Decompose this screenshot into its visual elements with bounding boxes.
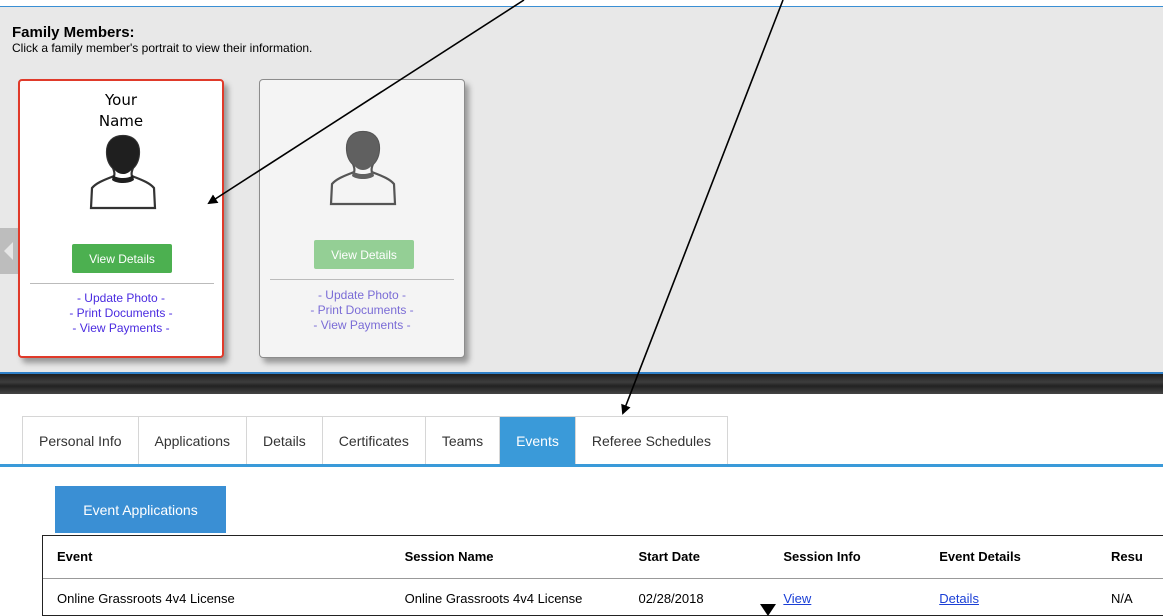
member-name-line2: Name bbox=[98, 112, 144, 130]
column-header-start-date[interactable]: Start Date bbox=[624, 536, 770, 579]
family-member-card[interactable]: View Details - Update Photo - - Print Do… bbox=[259, 79, 465, 358]
cell-start-date: 02/28/2018 bbox=[638, 590, 704, 606]
cell-session-name: Online Grassroots 4v4 License bbox=[404, 590, 583, 606]
column-header-event[interactable]: Event bbox=[43, 536, 391, 579]
table-header-row: Event Session Name Start Date Session In… bbox=[43, 536, 1163, 579]
tabs-underline bbox=[0, 464, 1163, 467]
card-divider bbox=[30, 283, 214, 284]
cell-event-details: Details bbox=[925, 578, 1097, 616]
event-applications-table: Event Session Name Start Date Session In… bbox=[42, 535, 1163, 616]
profile-tabs: Personal Info Applications Details Certi… bbox=[22, 416, 728, 465]
view-payments-link[interactable]: - View Payments - bbox=[20, 321, 222, 336]
column-header-result[interactable]: Resu bbox=[1097, 536, 1163, 579]
print-documents-link[interactable]: - Print Documents - bbox=[20, 306, 222, 321]
tab-event-applications[interactable]: Event Applications bbox=[55, 486, 226, 533]
tab-events[interactable]: Events bbox=[500, 417, 576, 465]
cell-session-info: View bbox=[769, 578, 925, 616]
update-photo-link[interactable]: - Update Photo - bbox=[20, 291, 222, 306]
card-links: - Update Photo - - Print Documents - - V… bbox=[260, 288, 464, 333]
card-links: - Update Photo - - Print Documents - - V… bbox=[20, 291, 222, 336]
table-row: Online Grassroots 4v4 License Online Gra… bbox=[43, 578, 1163, 616]
tab-referee-schedules[interactable]: Referee Schedules bbox=[576, 417, 727, 465]
column-header-session-info[interactable]: Session Info bbox=[769, 536, 926, 579]
tab-personal-info[interactable]: Personal Info bbox=[23, 417, 139, 465]
family-members-title: Family Members: bbox=[12, 24, 135, 41]
print-documents-link[interactable]: - Print Documents - bbox=[260, 303, 464, 318]
card-divider bbox=[270, 279, 454, 280]
column-header-session-name[interactable]: Session Name bbox=[390, 536, 625, 579]
view-payments-link[interactable]: - View Payments - bbox=[260, 318, 464, 333]
tab-details[interactable]: Details bbox=[247, 417, 323, 465]
tab-certificates[interactable]: Certificates bbox=[323, 417, 426, 465]
member-name-line1: Your bbox=[104, 91, 138, 109]
cell-result: N/A bbox=[1111, 590, 1133, 606]
session-view-link[interactable]: View bbox=[783, 591, 811, 606]
cell-event: Online Grassroots 4v4 License bbox=[57, 590, 235, 606]
view-details-button[interactable]: View Details bbox=[314, 240, 414, 269]
person-silhouette-icon[interactable] bbox=[83, 132, 163, 212]
family-members-subtitle: Click a family member's portrait to view… bbox=[12, 41, 313, 55]
section-separator bbox=[0, 374, 1163, 394]
member-name: Your Name bbox=[20, 90, 222, 132]
event-details-link[interactable]: Details bbox=[939, 591, 979, 606]
update-photo-link[interactable]: - Update Photo - bbox=[260, 288, 464, 303]
family-member-card-selected[interactable]: Your Name View Details - Update Photo - … bbox=[18, 79, 224, 358]
tab-teams[interactable]: Teams bbox=[426, 417, 501, 465]
view-details-button[interactable]: View Details bbox=[72, 244, 172, 273]
column-header-event-details[interactable]: Event Details bbox=[925, 536, 1098, 579]
person-silhouette-icon[interactable] bbox=[323, 128, 403, 208]
tab-applications[interactable]: Applications bbox=[139, 417, 247, 465]
